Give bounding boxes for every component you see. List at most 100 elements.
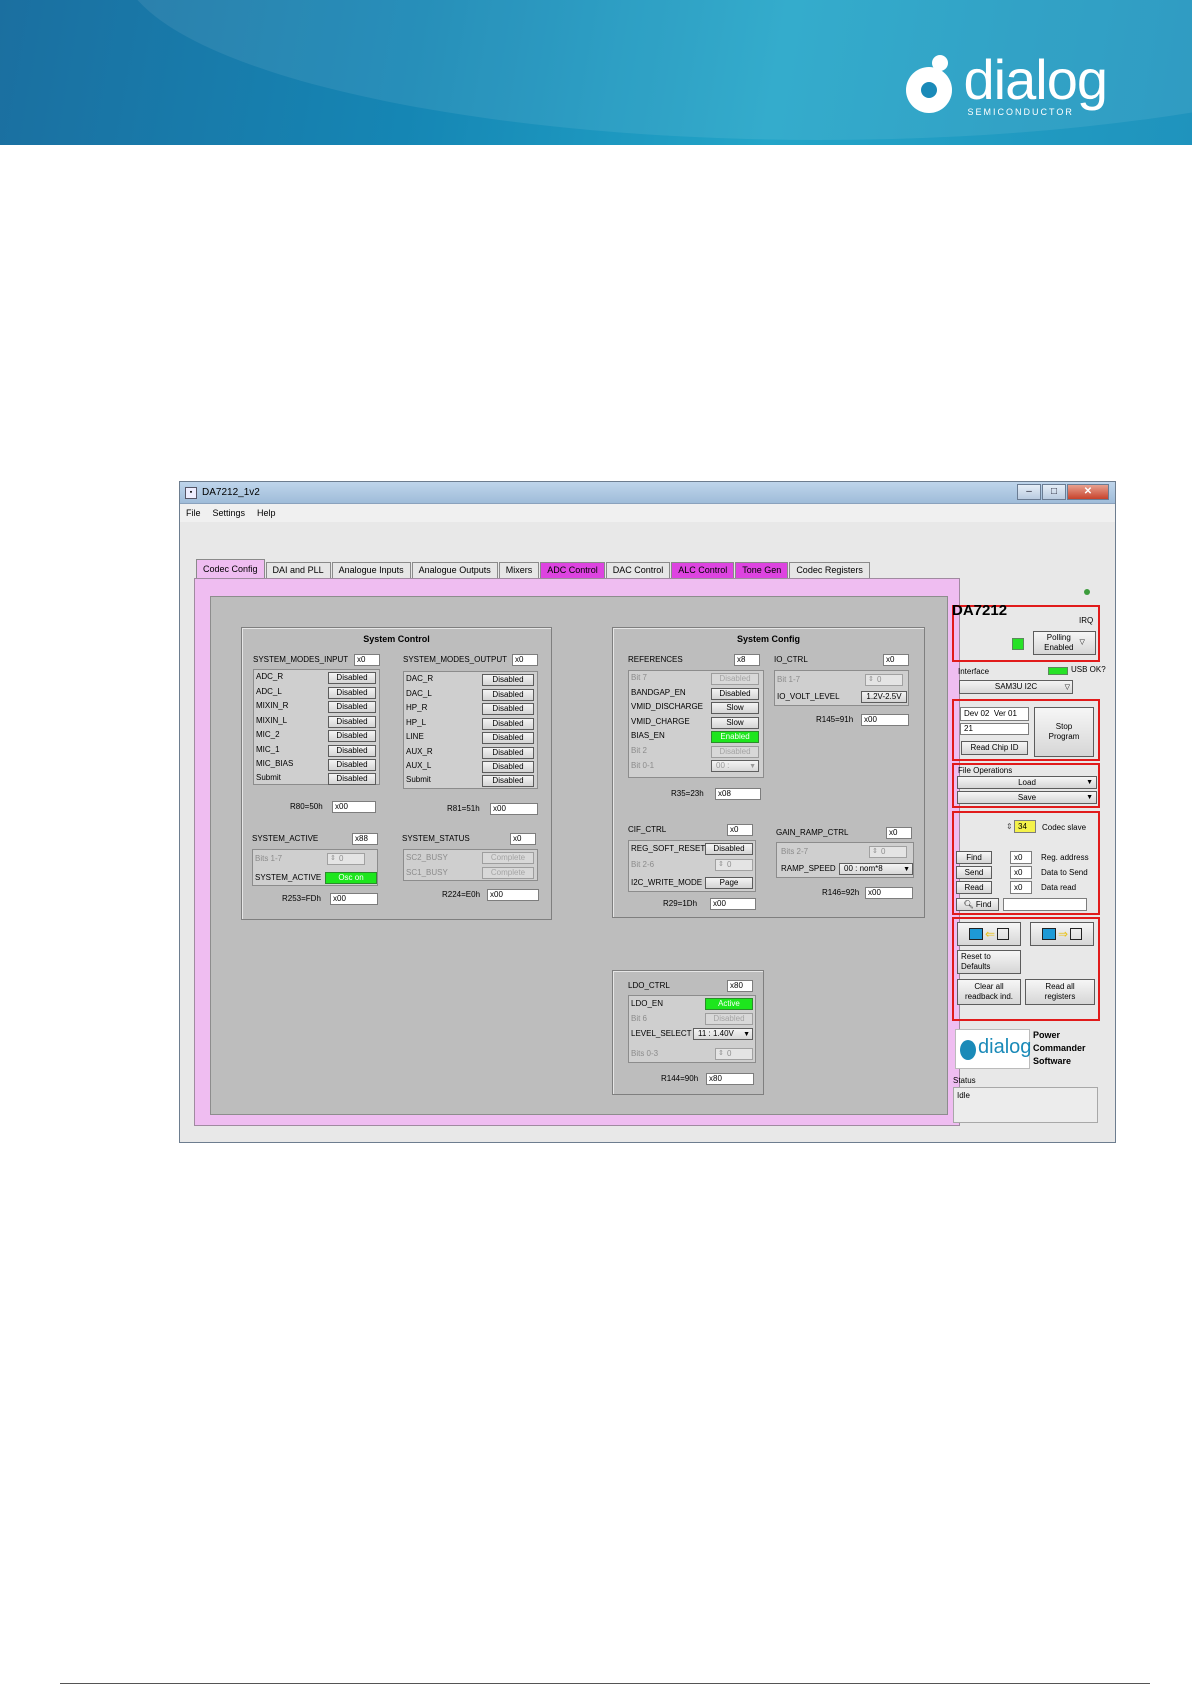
line-toggle[interactable]: Disabled xyxy=(482,732,534,744)
find-button[interactable]: Find xyxy=(956,851,992,864)
arrow-right-icon: ⇒ xyxy=(1057,927,1069,941)
gain-ramp-value[interactable]: x0 xyxy=(886,827,912,839)
send-button[interactable]: Send xyxy=(956,866,992,879)
mixin-l-toggle[interactable]: Disabled xyxy=(328,716,376,728)
bias-en-toggle[interactable]: Enabled xyxy=(711,731,759,743)
load-button[interactable]: Load ▼ xyxy=(957,776,1097,789)
codec-slave-value[interactable]: 34 xyxy=(1014,820,1036,833)
read-chip-id-button[interactable]: Read Chip ID xyxy=(961,741,1028,755)
references-value[interactable]: x8 xyxy=(734,654,760,666)
close-icon[interactable]: ✕ xyxy=(1067,484,1109,500)
mixin-r-toggle[interactable]: Disabled xyxy=(328,701,376,713)
system-control-group: System Control SYSTEM_MODES_INPUT x0 ADC… xyxy=(241,627,552,920)
tab-mixers[interactable]: Mixers xyxy=(498,562,540,578)
chevron-down-icon: ▽ xyxy=(1079,639,1085,646)
r253-value[interactable]: x00 xyxy=(330,893,378,905)
tab-dac-control[interactable]: DAC Control xyxy=(605,562,671,578)
references-list: Bit 7 Disabled BANDGAP_EN Disabled VMID_… xyxy=(628,670,764,778)
r35-value[interactable]: x08 xyxy=(715,788,761,800)
copy-to-chip-button[interactable]: ⇐ xyxy=(957,922,1021,946)
bandgap-en-toggle[interactable]: Disabled xyxy=(711,688,759,700)
cif-bits-spinner[interactable]: 0 xyxy=(715,859,753,871)
menu-help[interactable]: Help xyxy=(257,508,276,518)
r145-value[interactable]: x00 xyxy=(861,714,909,726)
level-select-select[interactable]: 11 : 1.40V ▼ xyxy=(693,1028,753,1040)
tab-dai-pll[interactable]: DAI and PLL xyxy=(265,562,331,578)
tab-analogue-outputs[interactable]: Analogue Outputs xyxy=(411,562,498,578)
codec-slave-spinner-icon[interactable]: ⇕ xyxy=(1006,822,1013,831)
hp-r-toggle[interactable]: Disabled xyxy=(482,703,534,715)
clear-readback-button[interactable]: Clear all readback ind. xyxy=(957,979,1021,1005)
menu-settings[interactable]: Settings xyxy=(213,508,246,518)
tab-codec-config[interactable]: Codec Config xyxy=(196,559,265,578)
hp-l-toggle[interactable]: Disabled xyxy=(482,718,534,730)
find-search-button[interactable]: 🔍︎ Find xyxy=(956,898,999,911)
dac-l-toggle[interactable]: Disabled xyxy=(482,689,534,701)
reset-defaults-button[interactable]: Reset to Defaults xyxy=(957,950,1021,974)
maximize-icon[interactable]: □ xyxy=(1042,484,1066,500)
r146-value[interactable]: x00 xyxy=(865,887,913,899)
system-status-value[interactable]: x0 xyxy=(510,833,536,845)
data-to-send-field[interactable]: x0 xyxy=(1010,866,1032,879)
minimize-icon[interactable]: – xyxy=(1017,484,1041,500)
io-volt-level-toggle[interactable]: 1.2V-2.5V xyxy=(861,691,907,703)
tab-alc-control[interactable]: ALC Control xyxy=(671,562,735,578)
system-status-list: SC2_BUSY Complete SC1_BUSY Complete xyxy=(403,849,538,881)
chevron-down-icon: ▼ xyxy=(1086,778,1093,786)
ldo-ctrl-value[interactable]: x80 xyxy=(727,980,753,992)
tab-tone-gen[interactable]: Tone Gen xyxy=(735,562,789,578)
reg-address-field[interactable]: x0 xyxy=(1010,851,1032,864)
search-input[interactable] xyxy=(1003,898,1087,911)
system-active-toggle[interactable]: Osc on xyxy=(325,872,377,884)
ldo-en-toggle[interactable]: Active xyxy=(705,998,753,1010)
io-volt-level-label: IO_VOLT_LEVEL xyxy=(777,692,840,701)
tab-adc-control[interactable]: ADC Control xyxy=(540,562,605,578)
mic1-toggle[interactable]: Disabled xyxy=(328,745,376,757)
r144-label: R144=90h xyxy=(661,1074,699,1083)
mic-bias-toggle[interactable]: Disabled xyxy=(328,759,376,771)
cif-ctrl-value[interactable]: x0 xyxy=(727,824,753,836)
mic2-toggle[interactable]: Disabled xyxy=(328,730,376,742)
tab-analogue-inputs[interactable]: Analogue Inputs xyxy=(331,562,411,578)
adc-l-toggle[interactable]: Disabled xyxy=(328,687,376,699)
submit-input-toggle[interactable]: Disabled xyxy=(328,773,376,785)
codec-config-area: System Control SYSTEM_MODES_INPUT x0 ADC… xyxy=(210,596,948,1115)
r80-value[interactable]: x00 xyxy=(332,801,376,813)
title-bar[interactable]: ▪ DA7212_1v2 – □ ✕ xyxy=(180,482,1115,504)
mixin-l-label: MIXIN_L xyxy=(256,716,288,725)
menu-file[interactable]: File xyxy=(186,508,201,518)
r81-value[interactable]: x00 xyxy=(490,803,538,815)
r144-value[interactable]: x80 xyxy=(706,1073,754,1085)
polling-toggle[interactable]: Polling Enabled ▽ xyxy=(1033,631,1096,655)
r224-value[interactable]: x00 xyxy=(487,889,539,901)
system-active-value[interactable]: x88 xyxy=(352,833,378,845)
footer-rule xyxy=(60,1683,1150,1684)
read-all-registers-button[interactable]: Read all registers xyxy=(1025,979,1095,1005)
ramp-speed-select[interactable]: 00 : nom*8 ▼ xyxy=(839,863,913,875)
read-button[interactable]: Read xyxy=(956,881,992,894)
interface-select[interactable]: SAM3U I2C ▽ xyxy=(959,680,1073,694)
save-button[interactable]: Save ▼ xyxy=(957,791,1097,804)
tab-codec-registers[interactable]: Codec Registers xyxy=(789,562,870,578)
i2c-write-mode-toggle[interactable]: Page xyxy=(705,877,753,889)
modes-output-value[interactable]: x0 xyxy=(512,654,538,666)
gain-ramp-bits-spinner[interactable]: 0 xyxy=(869,846,907,858)
stop-program-button[interactable]: Stop Program xyxy=(1034,707,1094,757)
ldo-bits-spinner[interactable]: 0 xyxy=(715,1048,753,1060)
data-read-label: Data read xyxy=(1041,883,1077,892)
copy-from-chip-button[interactable]: ⇒ xyxy=(1030,922,1094,946)
vmid-discharge-toggle[interactable]: Slow xyxy=(711,702,759,714)
r29-value[interactable]: x00 xyxy=(710,898,756,910)
submit-output-toggle[interactable]: Disabled xyxy=(482,775,534,787)
adc-r-toggle[interactable]: Disabled xyxy=(328,672,376,684)
io-ctrl-value[interactable]: x0 xyxy=(883,654,909,666)
modes-input-value[interactable]: x0 xyxy=(354,654,380,666)
reg-soft-reset-toggle[interactable]: Disabled xyxy=(705,843,753,855)
aux-r-toggle[interactable]: Disabled xyxy=(482,747,534,759)
io-ctrl-bits-spinner[interactable]: 0 xyxy=(865,674,903,686)
sc1-busy-indicator: Complete xyxy=(482,867,534,879)
system-active-bits-spinner[interactable]: 0 xyxy=(327,853,365,865)
dac-r-toggle[interactable]: Disabled xyxy=(482,674,534,686)
vmid-charge-toggle[interactable]: Slow xyxy=(711,717,759,729)
aux-l-toggle[interactable]: Disabled xyxy=(482,761,534,773)
